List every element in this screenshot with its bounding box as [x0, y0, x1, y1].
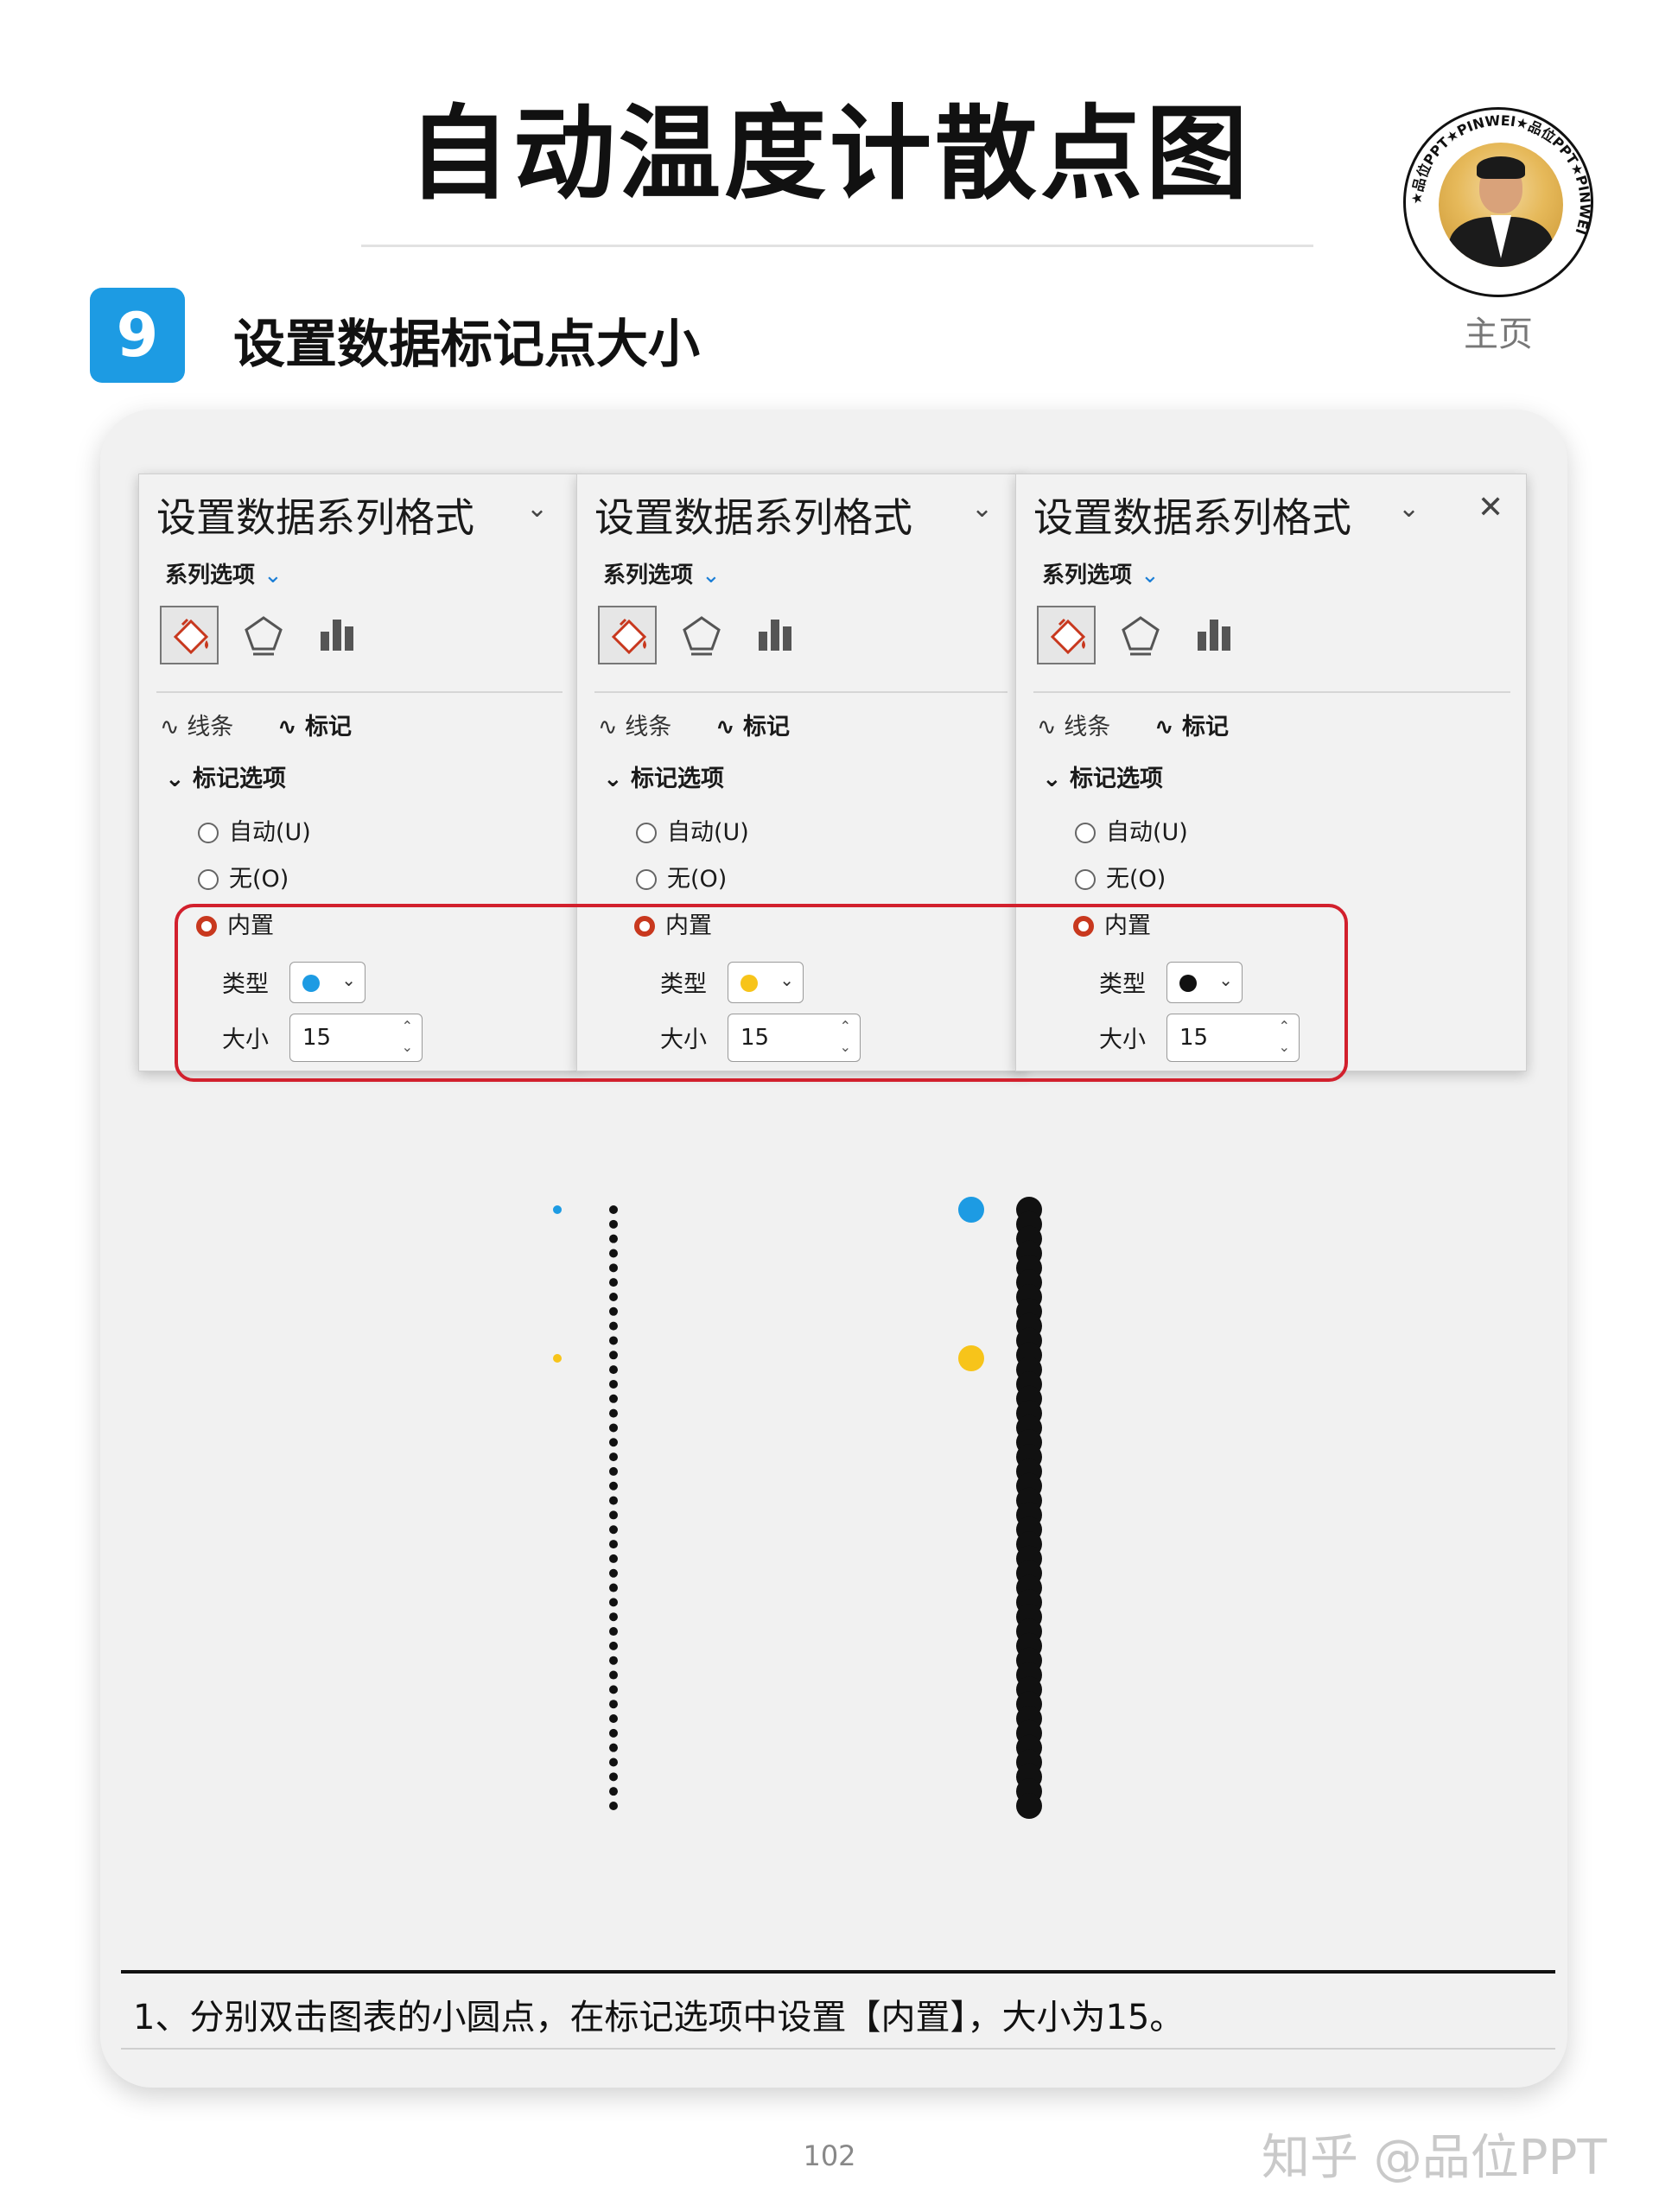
thermometer-marker-small: [609, 1278, 618, 1287]
scatter-plot-demo: [553, 1197, 1042, 1819]
thermometer-marker-small: [609, 1641, 618, 1650]
thermometer-marker-small: [609, 1249, 618, 1258]
thermometer-marker-small: [609, 1612, 618, 1622]
thermometer-marker-small: [609, 1525, 618, 1535]
thermometer-marker-small: [609, 1670, 618, 1680]
thermometer-marker-small: [609, 1351, 618, 1360]
thermometer-marker-small: [609, 1700, 618, 1709]
thermometer-marker-small: [609, 1466, 618, 1476]
thermometer-marker-small: [609, 1336, 618, 1345]
caption-bottom-rule: [121, 2048, 1555, 2050]
step-caption: 1、分别双击图表的小圆点，在标记选项中设置【内置】，大小为15。: [133, 1998, 1185, 2037]
thermometer-marker-small: [609, 1743, 618, 1752]
thermometer-marker-small: [609, 1787, 618, 1796]
thermometer-marker-small: [609, 1802, 618, 1810]
blue-marker-small: [553, 1205, 562, 1214]
thermometer-marker-small: [609, 1263, 618, 1273]
thermometer-marker-small: [609, 1598, 618, 1607]
thermometer-marker-small: [609, 1219, 618, 1229]
yellow-marker-large: [958, 1345, 984, 1371]
thermometer-marker-small: [609, 1656, 618, 1665]
thermometer-marker-small: [609, 1772, 618, 1782]
caption-top-rule: [121, 1970, 1555, 1974]
thermometer-marker-small: [609, 1540, 618, 1549]
thermometer-marker-small: [609, 1408, 618, 1418]
thermometer-marker-small: [609, 1714, 618, 1724]
thermometer-marker-small: [609, 1496, 618, 1505]
thermometer-marker-small: [609, 1394, 618, 1403]
thermometer-marker-small: [609, 1728, 618, 1738]
thermometer-marker-small: [609, 1306, 618, 1316]
thermometer-marker-small: [609, 1438, 618, 1447]
thermometer-marker-small: [609, 1379, 618, 1389]
blue-marker-large: [958, 1197, 984, 1223]
thermometer-marker-small: [609, 1685, 618, 1694]
thermometer-marker-small: [609, 1758, 618, 1767]
watermark: 知乎 @品位PPT: [1262, 2130, 1607, 2186]
thermometer-marker-small: [609, 1554, 618, 1563]
thermometer-marker-small: [609, 1365, 618, 1375]
thermometer-marker-small: [609, 1510, 618, 1520]
yellow-marker-small: [553, 1354, 562, 1363]
thermometer-marker-small: [609, 1205, 618, 1214]
thermometer-marker-small: [609, 1292, 618, 1301]
thermometer-marker-large: [1016, 1793, 1042, 1819]
thermometer-marker-small: [609, 1452, 618, 1462]
thermometer-marker-small: [609, 1627, 618, 1637]
thermometer-marker-small: [609, 1568, 618, 1578]
thermometer-marker-small: [609, 1423, 618, 1433]
thermometer-marker-small: [609, 1583, 618, 1592]
thermometer-marker-small: [609, 1234, 618, 1243]
thermometer-marker-small: [609, 1481, 618, 1491]
thermometer-marker-small: [609, 1321, 618, 1331]
